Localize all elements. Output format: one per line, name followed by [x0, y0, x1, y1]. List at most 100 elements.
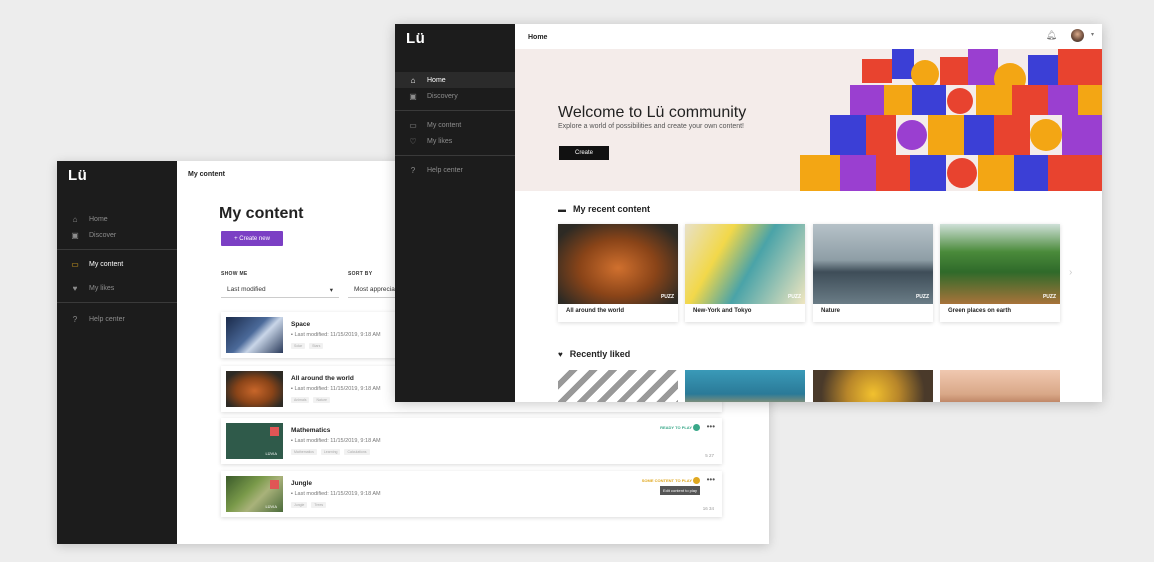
- sidebar-item-label: Home: [89, 215, 108, 223]
- content-card-mathematics[interactable]: LÜVIA Mathematics ▪ Last modified: 11/15…: [221, 418, 722, 464]
- type-badge: PUZZ: [787, 294, 801, 300]
- hero-title: Welcome to Lü community: [558, 104, 747, 121]
- chevron-right-icon[interactable]: ›: [1069, 267, 1072, 278]
- tooltip: Edit content to play: [659, 486, 700, 495]
- show-me-value: Last modified: [227, 286, 266, 293]
- bicycle-image: [685, 224, 805, 304]
- content-card-jungle[interactable]: LÜVIA Jungle ▪ Last modified: 11/15/2019…: [221, 471, 722, 517]
- card-meta: ▪ Last modified: 11/15/2019, 9:18 AM: [291, 438, 381, 444]
- sort-by-label: SORT BY: [348, 271, 373, 277]
- create-new-button[interactable]: + Create new: [221, 231, 283, 246]
- sidebar-item-home[interactable]: ⌂ Home: [395, 72, 515, 88]
- sidebar-item-discovery[interactable]: ▣ Discovery: [395, 88, 515, 104]
- sidebar-item-my-likes[interactable]: ♡ My likes: [395, 133, 515, 149]
- home-window: Lü ⌂ Home ▣ Discovery ▭ My content ♡ My …: [395, 24, 1102, 402]
- card-caption: Green places on earth: [948, 308, 1012, 314]
- sidebar: Lü ⌂ Home ▣ Discover ▭ My content ♥ My l…: [57, 161, 177, 544]
- sidebar-item-home[interactable]: ⌂ Home: [57, 211, 177, 227]
- tag[interactable]: Mathematics: [291, 449, 317, 455]
- type-badge: PUZZ: [915, 294, 929, 300]
- create-button[interactable]: Create: [559, 146, 609, 160]
- home-icon: ⌂: [72, 214, 78, 224]
- tag[interactable]: Jungle: [291, 502, 308, 508]
- tag-list: Animals Nature: [291, 397, 330, 403]
- folder-icon: ▭: [409, 120, 417, 130]
- sidebar-item-label: My likes: [427, 137, 453, 145]
- type-badge: PUZZ: [1042, 294, 1056, 300]
- sidebar: Lü ⌂ Home ▣ Discovery ▭ My content ♡ My …: [395, 24, 515, 402]
- discover-icon: ▣: [409, 91, 417, 101]
- app-logo[interactable]: Lü: [406, 30, 425, 47]
- tag-list: Mathematics Learning Calculations: [291, 449, 370, 455]
- sort-by-value: Most apprecia: [354, 286, 395, 293]
- jungle-thumbnail: LÜVIA: [226, 476, 283, 512]
- card-stats: 16 34: [702, 506, 714, 511]
- liked-card[interactable]: [813, 370, 933, 402]
- sidebar-item-discover[interactable]: ▣ Discover: [57, 227, 177, 243]
- sidebar-item-my-content[interactable]: ▭ My content: [57, 256, 177, 272]
- tag[interactable]: Calculations: [344, 449, 370, 455]
- bell-icon[interactable]: 🔔︎: [1046, 30, 1057, 41]
- liked-card[interactable]: [685, 370, 805, 402]
- recent-card[interactable]: PUZZ New-York and Tokyo: [685, 224, 805, 322]
- recent-card[interactable]: PUZZ Green places on earth: [940, 224, 1060, 322]
- tag[interactable]: Animals: [291, 397, 310, 403]
- card-title[interactable]: All around the world: [291, 375, 354, 382]
- fox-image: [558, 224, 678, 304]
- recently-liked-heading: ♥ Recently liked: [558, 349, 631, 359]
- tag[interactable]: Trees: [311, 502, 327, 508]
- recent-card[interactable]: PUZZ Nature: [813, 224, 933, 322]
- sidebar-item-label: Help center: [89, 315, 125, 323]
- tag[interactable]: Stars: [309, 343, 324, 349]
- topbar: Home 🔔︎ ▾: [515, 24, 1102, 49]
- divider: [395, 155, 515, 156]
- lake-image: [813, 224, 933, 304]
- help-icon: ?: [410, 165, 416, 175]
- discover-icon: ▣: [71, 230, 79, 240]
- sidebar-item-label: Discover: [89, 231, 117, 239]
- geometric-illustration: [800, 49, 1102, 191]
- sidebar-item-help-center[interactable]: ? Help center: [395, 162, 515, 178]
- sidebar-item-label: My content: [89, 260, 124, 268]
- avatar[interactable]: [1071, 29, 1084, 42]
- sidebar-item-label: My content: [427, 121, 462, 129]
- sidebar-item-label: Discovery: [427, 92, 458, 100]
- card-meta: ▪ Last modified: 11/15/2019, 9:18 AM: [291, 332, 381, 338]
- thumb-label: LÜVIA: [265, 504, 277, 509]
- type-badge: [270, 480, 279, 489]
- status-badge: SOME CONTENT TO PLAY: [641, 478, 692, 483]
- card-title[interactable]: Space: [291, 321, 310, 328]
- app-logo[interactable]: Lü: [68, 167, 87, 184]
- type-badge: [270, 427, 279, 436]
- sidebar-item-help-center[interactable]: ? Help center: [57, 311, 177, 327]
- card-meta: ▪ Last modified: 11/15/2019, 9:18 AM: [291, 491, 381, 497]
- tag[interactable]: Nature: [313, 397, 330, 403]
- sidebar-item-my-likes[interactable]: ♥ My likes: [57, 280, 177, 296]
- show-me-select[interactable]: Last modified ▾: [221, 282, 339, 298]
- green-path-image: [940, 224, 1060, 304]
- welcome-hero: Welcome to Lü community Explore a world …: [515, 49, 1102, 191]
- heart-icon: ♡: [409, 136, 417, 146]
- tag[interactable]: Solar: [291, 343, 306, 349]
- thumb-label: LÜVIA: [265, 451, 277, 456]
- liked-card[interactable]: [558, 370, 678, 402]
- more-options-icon[interactable]: •••: [707, 422, 715, 431]
- tag[interactable]: Learning: [320, 449, 341, 455]
- sidebar-item-my-content[interactable]: ▭ My content: [395, 117, 515, 133]
- folder-icon: ▭: [71, 259, 79, 269]
- hero-subtitle: Explore a world of possibilities and cre…: [558, 123, 744, 130]
- space-thumbnail: [226, 317, 283, 353]
- recent-card[interactable]: PUZZ All around the world: [558, 224, 678, 322]
- card-caption: All around the world: [566, 308, 624, 314]
- card-caption: New-York and Tokyo: [693, 308, 752, 314]
- warning-icon: [693, 477, 700, 484]
- liked-card[interactable]: [940, 370, 1060, 402]
- card-title[interactable]: Jungle: [291, 480, 312, 487]
- tag-list: Solar Stars: [291, 343, 324, 349]
- card-title[interactable]: Mathematics: [291, 427, 330, 434]
- card-meta: ▪ Last modified: 11/15/2019, 9:18 AM: [291, 386, 381, 392]
- chevron-down-icon[interactable]: ▾: [1091, 31, 1094, 38]
- more-options-icon[interactable]: •••: [707, 475, 715, 484]
- show-me-label: SHOW ME: [221, 271, 248, 277]
- sidebar-nav: ⌂ Home ▣ Discovery ▭ My content ♡ My lik…: [395, 72, 515, 178]
